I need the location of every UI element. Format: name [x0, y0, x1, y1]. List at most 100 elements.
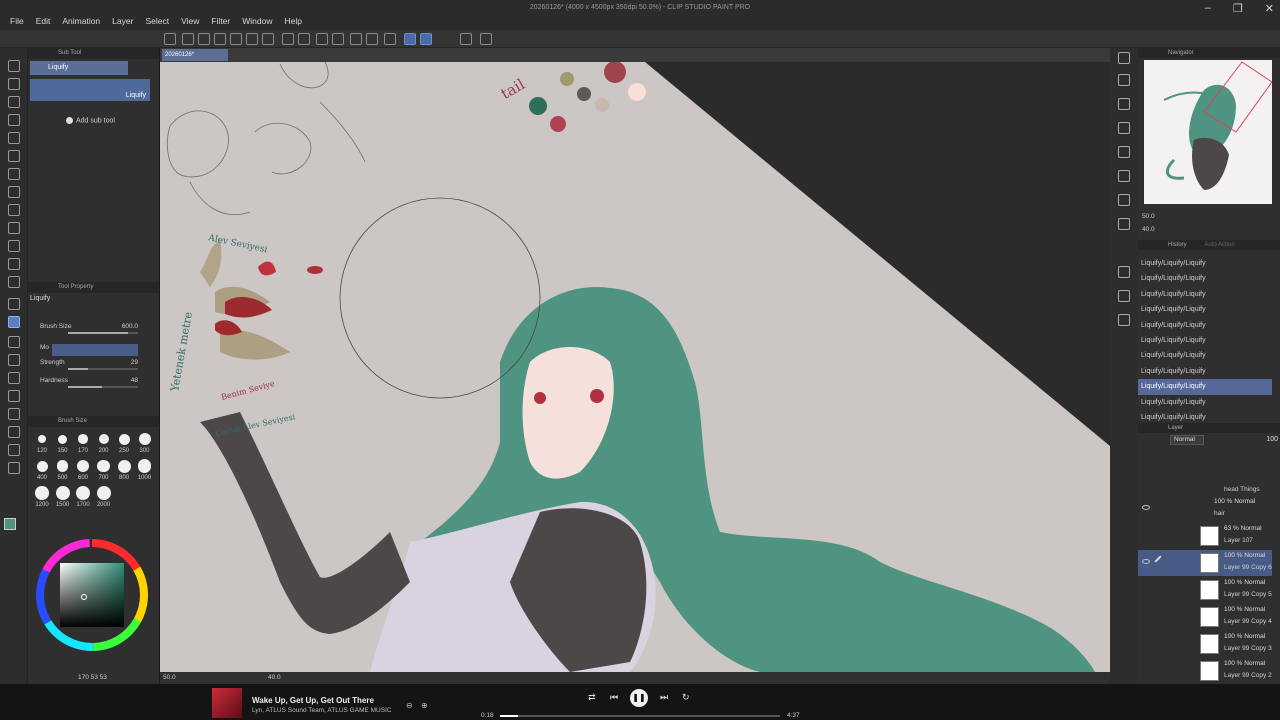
- menu-layer[interactable]: Layer: [106, 14, 139, 28]
- remove-icon[interactable]: ⊖: [406, 701, 413, 710]
- brush-size-slider[interactable]: [68, 332, 138, 334]
- brush-size-preset[interactable]: [77, 460, 89, 472]
- layer-row[interactable]: 100 % Normal Layer 99 Copy 3: [1138, 631, 1272, 657]
- decoration-tool-icon[interactable]: [8, 240, 20, 252]
- history-item[interactable]: Liquify/Liquify/Liquify: [1138, 287, 1272, 302]
- shuffle-icon[interactable]: ⇄: [588, 692, 596, 703]
- maximize-button[interactable]: ❐: [1233, 2, 1243, 15]
- canvas-angle-value[interactable]: 40.0: [268, 674, 281, 681]
- material-icon[interactable]: [1118, 74, 1130, 86]
- animation-cels-icon[interactable]: [1118, 290, 1130, 302]
- eye-icon[interactable]: [1142, 505, 1150, 510]
- navigator-zoom[interactable]: 50.0: [1142, 213, 1155, 220]
- gradient-tool-icon[interactable]: [8, 354, 20, 366]
- menu-file[interactable]: File: [4, 14, 30, 28]
- layer-opacity-value[interactable]: 100: [1266, 436, 1278, 443]
- canvas-tab[interactable]: 20260126*: [162, 49, 228, 61]
- history-item[interactable]: Liquify/Liquify/Liquify: [1138, 271, 1272, 286]
- liquify-tool-icon[interactable]: [8, 316, 20, 328]
- liquify-mode-buttons[interactable]: [52, 344, 138, 356]
- color-set-icon[interactable]: [1118, 170, 1130, 182]
- redo-icon[interactable]: [262, 33, 274, 45]
- menu-help[interactable]: Help: [278, 14, 307, 28]
- close-button[interactable]: ✕: [1265, 2, 1274, 15]
- brush-size-preset[interactable]: [36, 460, 48, 472]
- balloon-tool-icon[interactable]: [8, 444, 20, 456]
- timeline-icon[interactable]: [1118, 218, 1130, 230]
- pencil-tool-icon[interactable]: [8, 186, 20, 198]
- ruler-icon[interactable]: [460, 33, 472, 45]
- brush-size-preset[interactable]: [56, 460, 69, 472]
- history-item[interactable]: Liquify/Liquify/Liquify: [1138, 333, 1272, 348]
- brush-size-preset[interactable]: [98, 434, 109, 444]
- export-icon[interactable]: [230, 33, 242, 45]
- color-wheel[interactable]: [34, 535, 154, 659]
- eyedropper-tool-icon[interactable]: [8, 150, 20, 162]
- add-subtool-button[interactable]: Add sub tool: [66, 117, 115, 124]
- layer-row[interactable]: 100 % Normal hair: [1138, 496, 1272, 522]
- undo-icon[interactable]: [246, 33, 258, 45]
- add-icon[interactable]: ⊕: [421, 701, 428, 710]
- menu-edit[interactable]: Edit: [30, 14, 57, 28]
- main-color-swatch[interactable]: [4, 518, 16, 530]
- brush-size-preset[interactable]: [55, 486, 70, 500]
- frame-tool-icon[interactable]: [8, 390, 20, 402]
- strength-slider[interactable]: [68, 368, 138, 370]
- history-item[interactable]: Liquify/Liquify/Liquify: [1138, 302, 1272, 317]
- eraser-tool-icon[interactable]: [8, 258, 20, 270]
- move-layer-tool-icon[interactable]: [8, 114, 20, 126]
- hardness-slider[interactable]: [68, 386, 138, 388]
- brush-size-preset[interactable]: [35, 486, 49, 500]
- lasso-tool-icon[interactable]: [8, 132, 20, 144]
- settings-icon[interactable]: [480, 33, 492, 45]
- hand-tool-icon[interactable]: [8, 78, 20, 90]
- brush-size-preset[interactable]: [76, 486, 90, 500]
- brush-size-preset[interactable]: [58, 434, 67, 444]
- previous-icon[interactable]: ⏮: [610, 692, 618, 703]
- blend-tool-icon[interactable]: [8, 276, 20, 288]
- zoom-tool-icon[interactable]: [8, 60, 20, 72]
- search-icon[interactable]: [1118, 52, 1130, 64]
- menu-view[interactable]: View: [175, 14, 205, 28]
- brush-size-value[interactable]: 600.0: [122, 323, 138, 330]
- snap-ruler-icon[interactable]: [404, 33, 416, 45]
- close-icon[interactable]: [1118, 122, 1130, 134]
- strength-row[interactable]: Strength 29: [40, 359, 150, 371]
- auto-action-tab-label[interactable]: Auto Action: [1204, 242, 1234, 248]
- brush-size-row[interactable]: Brush Size 600.0: [40, 323, 150, 335]
- hardness-value[interactable]: 48: [131, 377, 138, 384]
- canvas-zoom-value[interactable]: 50.0: [163, 674, 176, 681]
- playback-progress[interactable]: [500, 715, 780, 717]
- auto-action-icon[interactable]: [1118, 266, 1130, 278]
- brush-size-preset[interactable]: [96, 486, 111, 500]
- subtool-item-liquify[interactable]: Liquify: [30, 79, 150, 101]
- eye-icon[interactable]: [1142, 559, 1150, 564]
- menu-select[interactable]: Select: [139, 14, 175, 28]
- brush-size-preset[interactable]: [78, 434, 88, 444]
- strength-value[interactable]: 29: [131, 359, 138, 366]
- history-item[interactable]: Liquify/Liquify/Liquify: [1138, 318, 1272, 333]
- layer-property-icon[interactable]: [1118, 98, 1130, 110]
- layer-search-icon[interactable]: [1118, 314, 1130, 326]
- loading-icon[interactable]: [282, 33, 294, 45]
- ruler-tool-icon[interactable]: [8, 408, 20, 420]
- fill-icon[interactable]: [316, 33, 328, 45]
- snap-special-ruler-icon[interactable]: [420, 33, 432, 45]
- history-header-label[interactable]: History: [1168, 242, 1187, 248]
- blend-mode-select[interactable]: Normal: [1170, 435, 1204, 445]
- open-file-icon[interactable]: [198, 33, 210, 45]
- figure-tool-icon[interactable]: [8, 372, 20, 384]
- minimize-button[interactable]: –: [1205, 2, 1211, 15]
- text-tool-icon[interactable]: [8, 426, 20, 438]
- operation-tool-icon[interactable]: [8, 96, 20, 108]
- deselect-icon[interactable]: [350, 33, 362, 45]
- brush-size-preset[interactable]: [138, 433, 151, 445]
- history-item[interactable]: Liquify/Liquify/Liquify: [1138, 395, 1272, 410]
- liquify-grid-tool-icon[interactable]: [8, 298, 20, 310]
- new-file-icon[interactable]: [182, 33, 194, 45]
- crop-icon[interactable]: [384, 33, 396, 45]
- pen-tool-icon[interactable]: [8, 168, 20, 180]
- canvas-area[interactable]: 20260126* tail Alev Seviyesi Benim Seviy…: [160, 48, 1110, 684]
- navigator-thumbnail[interactable]: [1144, 60, 1272, 204]
- clear-icon[interactable]: [298, 33, 310, 45]
